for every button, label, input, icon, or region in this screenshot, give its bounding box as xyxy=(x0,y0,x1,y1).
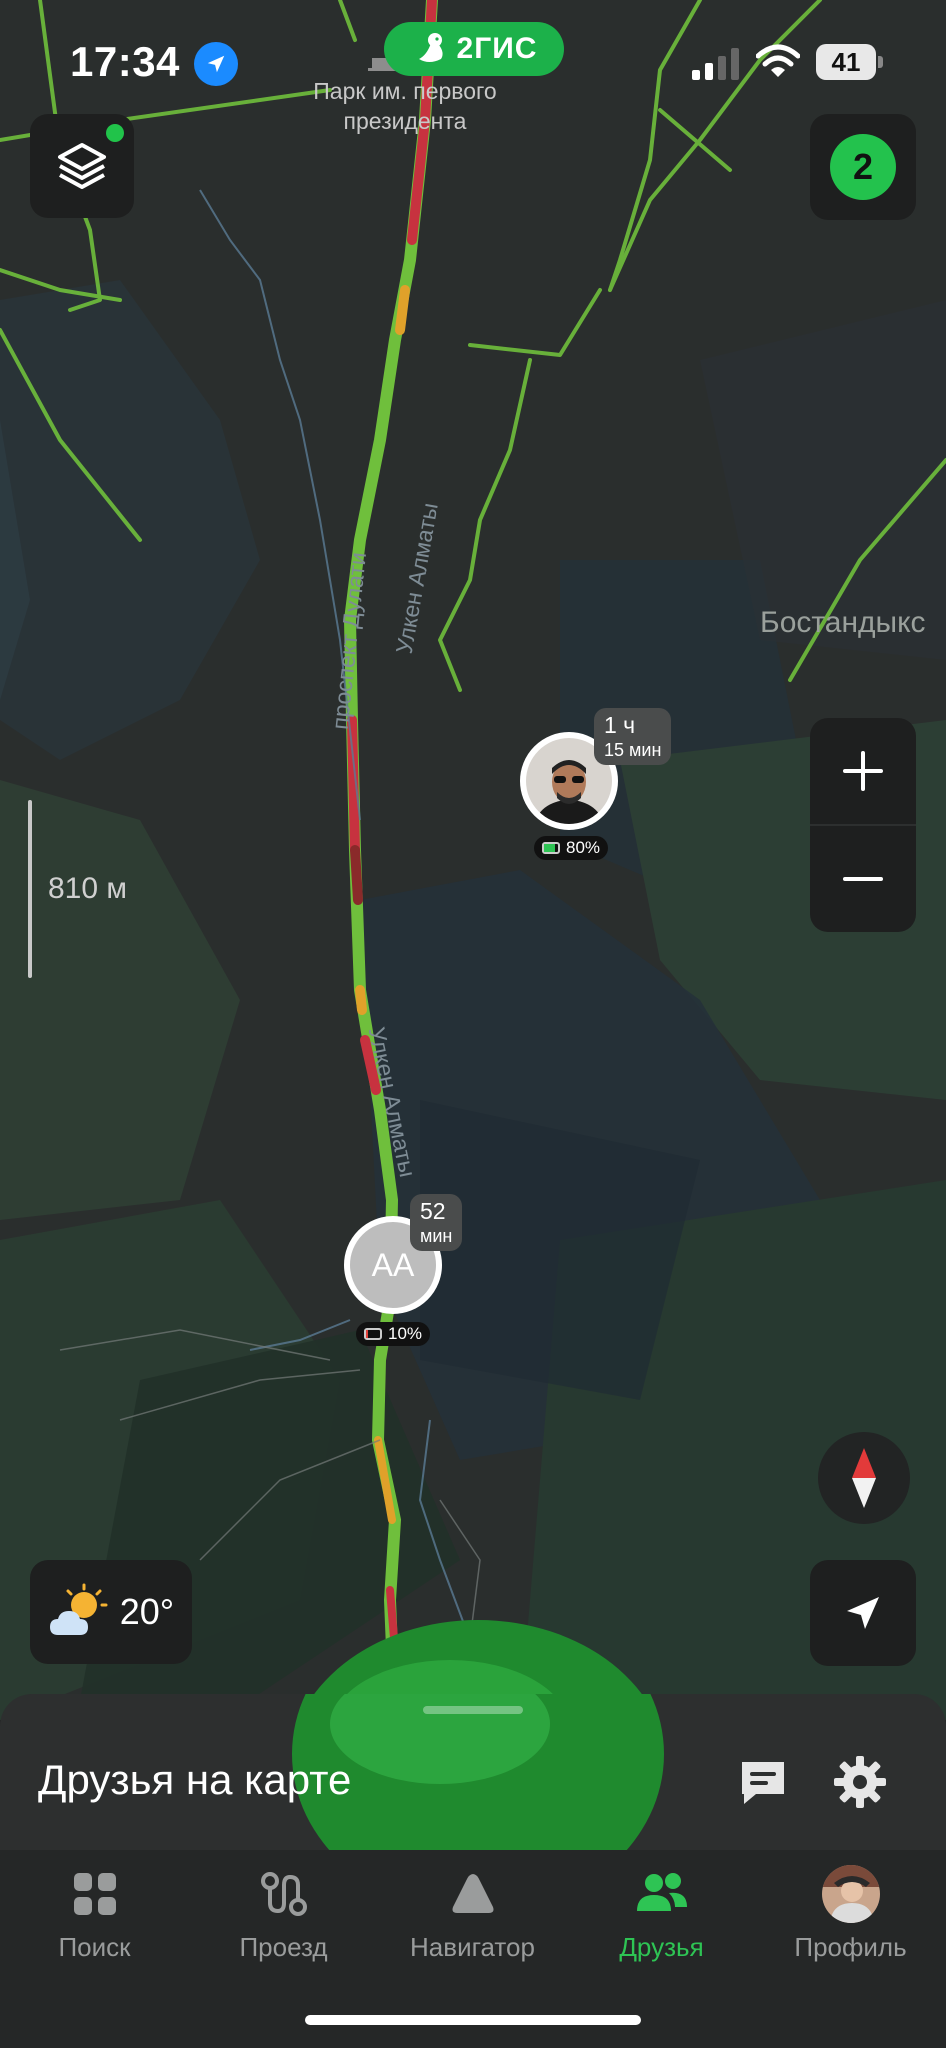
plus-icon xyxy=(843,751,883,791)
battery-small-icon xyxy=(542,842,560,854)
layers-button[interactable] xyxy=(30,114,134,218)
friends-icon xyxy=(632,1864,692,1924)
friend-battery-label: 10% xyxy=(388,1324,423,1343)
partly-cloudy-icon xyxy=(49,1583,108,1635)
scale-bar xyxy=(28,800,32,978)
settings-button[interactable] xyxy=(832,1754,888,1810)
layers-icon xyxy=(58,143,106,189)
friend-time-bubble: 52 мин xyxy=(410,1194,463,1251)
friend-initials: АА xyxy=(371,1246,415,1283)
weather-temperature: 20° xyxy=(119,1591,175,1632)
weather-widget[interactable]: 20° xyxy=(30,1560,192,1664)
battery-indicator: 41 xyxy=(816,44,884,80)
status-time: 17:34 xyxy=(70,38,180,85)
friend-time-main: 1 ч xyxy=(604,712,636,738)
sheet-drag-handle[interactable] xyxy=(423,1706,523,1714)
friends-sheet[interactable]: Друзья на карте xyxy=(0,1694,946,1850)
zoom-in-button[interactable] xyxy=(810,718,916,824)
compass-icon xyxy=(852,1448,876,1508)
tab-search[interactable]: Поиск xyxy=(0,1850,189,1990)
brand-badge[interactable]: 2ГИС xyxy=(384,22,564,76)
district-label: Бостандыкс xyxy=(760,606,926,639)
friend-time-bubble: 1 ч 15 мин xyxy=(594,708,672,765)
minus-icon xyxy=(843,877,883,881)
zoom-out-button[interactable] xyxy=(810,826,916,932)
route-icon xyxy=(254,1864,314,1924)
tab-label: Проезд xyxy=(239,1932,328,1962)
tab-label: Поиск xyxy=(58,1932,131,1962)
friend-time-sub: мин xyxy=(420,1226,453,1246)
tab-navigator[interactable]: Навигатор xyxy=(378,1850,567,1990)
goose-logo-icon xyxy=(418,33,443,62)
chat-icon xyxy=(742,1762,784,1804)
friend-battery-label: 80% xyxy=(566,838,601,857)
grid-icon xyxy=(65,1864,125,1924)
wifi-icon xyxy=(756,44,800,77)
tab-friends[interactable]: Друзья xyxy=(567,1850,756,1990)
friend-battery-pill: 10% xyxy=(356,1322,431,1346)
cellular-signal-icon xyxy=(692,48,739,80)
friends-count: 2 xyxy=(830,134,896,200)
layers-status-dot xyxy=(106,124,124,142)
tab-profile[interactable]: Профиль xyxy=(756,1850,945,1990)
brand-name: 2ГИС xyxy=(456,32,538,65)
battery-tip xyxy=(878,56,883,68)
map[interactable] xyxy=(0,0,946,1720)
gear-icon xyxy=(834,1756,886,1808)
compass-button[interactable] xyxy=(818,1432,910,1524)
tab-label: Профиль xyxy=(794,1932,907,1962)
friend-battery-pill: 80% xyxy=(534,836,609,860)
location-arrow-icon xyxy=(194,42,238,86)
poi-label[interactable]: Парк им. первого президента xyxy=(290,76,520,136)
tab-label: Навигатор xyxy=(410,1932,535,1962)
profile-avatar xyxy=(821,1864,881,1924)
friend-time-sub: 15 мин xyxy=(604,740,662,760)
home-indicator[interactable] xyxy=(305,2015,641,2025)
zoom-controls xyxy=(810,718,916,932)
friend-time-main: 52 xyxy=(420,1198,446,1224)
battery-small-icon xyxy=(364,1328,382,1340)
tab-label: Друзья xyxy=(619,1932,704,1962)
friends-count-button[interactable]: 2 xyxy=(810,114,916,220)
navigation-arrow-icon xyxy=(847,1597,879,1629)
tab-route[interactable]: Проезд xyxy=(189,1850,378,1990)
sheet-title: Друзья на карте xyxy=(38,1756,352,1803)
my-location-button[interactable] xyxy=(810,1560,916,1666)
scale-label: 810 м xyxy=(48,872,128,905)
navigator-icon xyxy=(443,1864,503,1924)
battery-level: 41 xyxy=(816,44,876,80)
chat-button[interactable] xyxy=(736,1756,790,1810)
